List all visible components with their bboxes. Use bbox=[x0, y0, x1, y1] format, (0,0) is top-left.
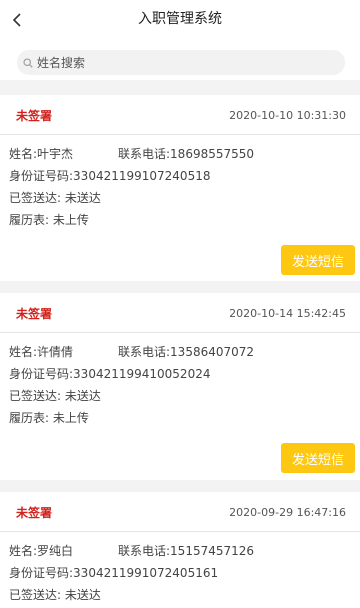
status-badge: 未签署 bbox=[16, 307, 53, 321]
record-details: 姓名:叶宇杰 联系电话:18698557550 身份证号码:3304211991… bbox=[0, 135, 360, 231]
record-name: 姓名:许倩倩 bbox=[9, 345, 74, 359]
record-delivered-status: 已签送达: 未送达 bbox=[9, 588, 101, 602]
record-name-row: 姓名:许倩倩 联系电话:13586407072 bbox=[9, 341, 351, 363]
record-phone: 联系电话:15157457126 bbox=[118, 544, 255, 558]
record-phone: 联系电话:18698557550 bbox=[118, 147, 255, 161]
record-timestamp: 2020-10-10 10:31:30 bbox=[229, 109, 346, 122]
search-bar[interactable] bbox=[17, 50, 345, 75]
status-badge: 未签署 bbox=[16, 506, 53, 520]
record-card: 未签署 2020-09-29 16:47:16 姓名:罗纯白 联系电话:1515… bbox=[0, 492, 360, 608]
send-sms-button[interactable]: 发送短信 bbox=[281, 245, 355, 275]
record-phone: 联系电话:13586407072 bbox=[118, 345, 255, 359]
record-details: 姓名:许倩倩 联系电话:13586407072 身份证号码:3304211994… bbox=[0, 333, 360, 429]
record-name: 姓名:叶宇杰 bbox=[9, 147, 74, 161]
send-sms-button[interactable]: 发送短信 bbox=[281, 443, 355, 473]
record-name-row: 姓名:罗纯白 联系电话:15157457126 bbox=[9, 540, 351, 562]
record-id-number: 身份证号码:3304211991072405161 bbox=[9, 566, 219, 580]
record-card-header: 未签署 2020-09-29 16:47:16 bbox=[0, 492, 360, 532]
record-name-row: 姓名:叶宇杰 联系电话:18698557550 bbox=[9, 143, 351, 165]
record-name: 姓名:罗纯白 bbox=[9, 544, 74, 558]
record-details: 姓名:罗纯白 联系电话:15157457126 身份证号码:3304211991… bbox=[0, 532, 360, 606]
page-title: 入职管理系统 bbox=[138, 11, 222, 27]
record-card: 未签署 2020-10-14 15:42:45 姓名:许倩倩 联系电话:1358… bbox=[0, 293, 360, 480]
record-delivered-status: 已签送达: 未送达 bbox=[9, 191, 101, 205]
record-card-header: 未签署 2020-10-14 15:42:45 bbox=[0, 293, 360, 333]
record-resume-status: 履历表: 未上传 bbox=[9, 213, 89, 227]
search-input[interactable] bbox=[37, 55, 327, 70]
record-timestamp: 2020-09-29 16:47:16 bbox=[229, 506, 346, 519]
record-delivered-status: 已签送达: 未送达 bbox=[9, 389, 101, 403]
record-id-number: 身份证号码:330421199107240518 bbox=[9, 169, 211, 183]
status-badge: 未签署 bbox=[16, 109, 53, 123]
app-header: 入职管理系统 bbox=[0, 0, 360, 80]
record-id-number: 身份证号码:330421199410052024 bbox=[9, 367, 211, 381]
record-card: 未签署 2020-10-10 10:31:30 姓名:叶宇杰 联系电话:1869… bbox=[0, 95, 360, 281]
search-icon bbox=[23, 57, 33, 68]
record-resume-status: 履历表: 未上传 bbox=[9, 411, 89, 425]
record-card-header: 未签署 2020-10-10 10:31:30 bbox=[0, 95, 360, 135]
record-timestamp: 2020-10-14 15:42:45 bbox=[229, 307, 346, 320]
